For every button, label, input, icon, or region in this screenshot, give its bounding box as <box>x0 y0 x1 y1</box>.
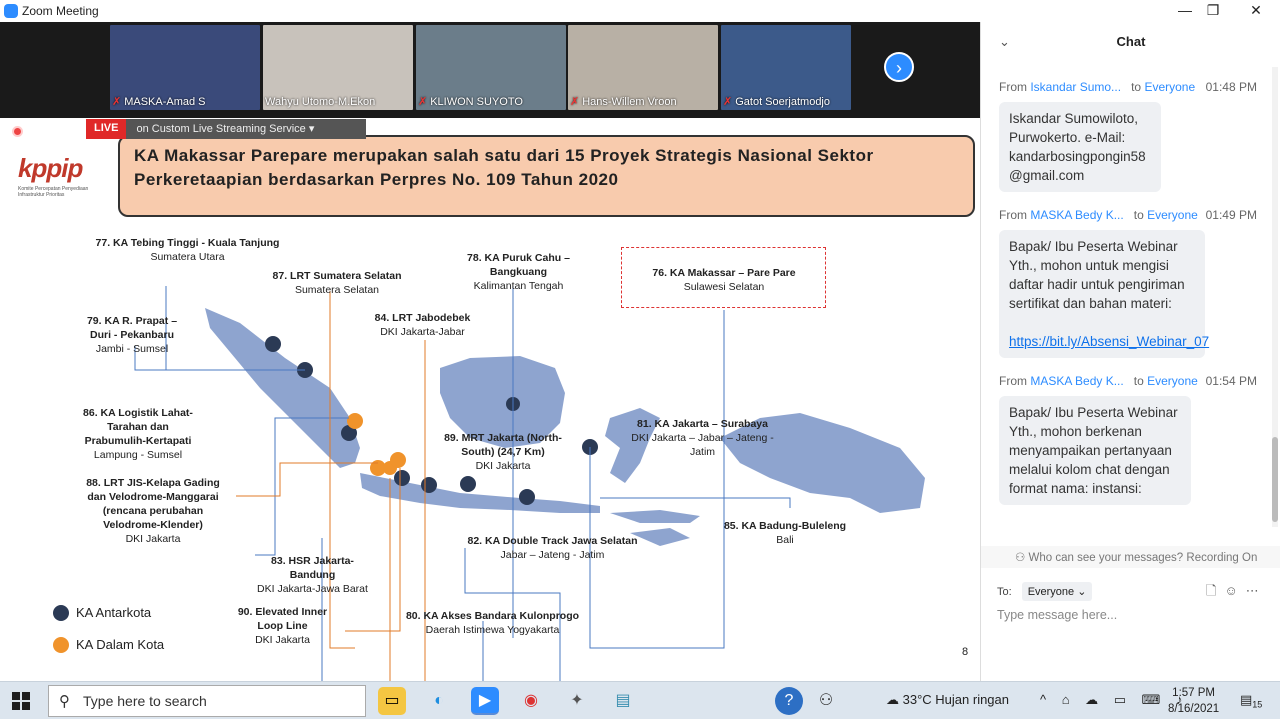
slide-page-number: 8 <box>962 646 969 658</box>
system-tray-icons[interactable]: ^ ⌂ ☁ ▭ ⌨ ♪ <box>1040 692 1189 708</box>
zoom-icon <box>4 4 18 18</box>
message-time: 01:49 PM <box>1205 208 1257 222</box>
chat-input[interactable]: Type message here... <box>997 608 1117 622</box>
sender-name[interactable]: MASKA Bedy K... <box>1030 374 1123 388</box>
project-label: 79. KA R. Prapat – Duri - Pekanbaru Jambi… <box>86 315 178 355</box>
participant-tile[interactable]: ✗ Hans-Willem Vroon <box>568 25 718 110</box>
project-label: 82. KA Double Track Jawa Selatan Jabar – … <box>467 535 638 561</box>
chat-header: ⌄ Chat <box>981 22 1280 62</box>
file-icon[interactable]: 🗋 <box>1206 583 1224 598</box>
chat-message: From MASKA Bedy K... to Everyone 01:54 PM… <box>981 374 1271 515</box>
chevron-down-icon[interactable]: ⌄ <box>999 22 1010 62</box>
live-stream-bar[interactable]: LIVE on Custom Live Streaming Service ▾ <box>86 119 367 139</box>
window-title: Zoom Meeting <box>22 4 99 18</box>
sender-name[interactable]: MASKA Bedy K... <box>1030 208 1123 222</box>
participant-strip: ✗ MASKA-Amad S Wahyu Utomo-M.Ekon ✗ KLIWON… <box>0 22 980 117</box>
project-label: 88. LRT JIS-Kelapa Gading dan Velodrome-… <box>86 477 220 545</box>
file-explorer-icon[interactable]: ▭ <box>378 687 406 715</box>
project-label: 87. LRT Sumatera Selatan Sumatera Selatan <box>272 270 402 296</box>
participant-tile[interactable]: ✗ KLIWON SUYOTO <box>416 25 566 110</box>
title-bar: Zoom Meeting — ❐ ✕ <box>0 0 1280 22</box>
zoom-taskbar-icon[interactable]: ▶ <box>471 687 499 715</box>
notes-icon[interactable]: ▤ <box>609 687 637 715</box>
chrome-icon[interactable]: ◉ <box>517 687 545 715</box>
maximize-button[interactable]: ❐ <box>1192 0 1234 22</box>
message-bubble: Bapak/ Ibu Peserta Webinar Yth., mohon b… <box>999 396 1191 505</box>
person-icon: ⚇ <box>1015 552 1026 564</box>
participant-tile[interactable]: Wahyu Utomo-M.Ekon <box>263 25 413 110</box>
legend-dot-icon <box>53 637 69 653</box>
taskbar-clock[interactable]: 1:57 PM 8/16/2021 <box>1168 685 1219 717</box>
project-label: 78. KA Puruk Cahu – Bangkuang Kalimantan … <box>467 252 570 292</box>
participant-name: Wahyu Utomo-M.Ekon <box>265 96 376 108</box>
message-time: 01:48 PM <box>1205 80 1257 94</box>
taskbar-search-input[interactable]: ⚲ Type here to search <box>48 685 366 717</box>
mic-muted-icon: ✗ <box>570 96 580 108</box>
recipient-dropdown[interactable]: Everyone ⌄ <box>1021 582 1093 601</box>
project-label: 80. KA Akses Bandara Kulonprogo Daerah Is… <box>405 610 580 636</box>
project-label: 85. KA Badung-Buleleng Bali <box>723 520 847 546</box>
chat-message: From MASKA Bedy K... to Everyone 01:49 PM… <box>981 208 1271 368</box>
project-label: 89. MRT Jakarta (North-South) (24,7 Km) D… <box>444 432 562 472</box>
attendance-link[interactable]: https://bit.ly/Absensi_Webinar_07 <box>1009 334 1209 349</box>
indonesia-map <box>134 286 925 681</box>
meeting-area: ✗ MASKA-Amad S Wahyu Utomo-M.Ekon ✗ KLIWON… <box>0 22 980 681</box>
chat-scrollbar[interactable] <box>1272 67 1278 527</box>
mic-muted-icon: ✗ <box>418 96 428 108</box>
recipient-row: To: Everyone ⌄ <box>997 582 1093 601</box>
participant-tile[interactable]: ✗ Gatot Soerjatmodjo <box>721 25 851 110</box>
legend-dot-icon <box>53 605 69 621</box>
participant-name: Hans-Willem Vroon <box>582 96 677 108</box>
message-bubble: Bapak/ Ibu Peserta Webinar Yth., mohon u… <box>999 230 1209 358</box>
chat-title: Chat <box>1116 34 1146 49</box>
emoji-icon[interactable]: ☺ <box>1224 583 1245 598</box>
windows-start-icon[interactable] <box>12 692 30 710</box>
project-label: 86. KA Logistik Lahat-Tarahan dan Prabum… <box>83 407 193 461</box>
recording-icon <box>12 126 23 137</box>
project-label: 81. KA Jakarta – Surabaya DKI Jakarta – J… <box>631 418 774 458</box>
recording-notice[interactable]: ⚇ Who can see your messages? Recording O… <box>981 546 1280 568</box>
app-root: Zoom Meeting — ❐ ✕ ✗ MASKA-Amad S Wahyu U… <box>0 0 1280 719</box>
shared-screen-slide: LIVE on Custom Live Streaming Service ▾ … <box>0 118 980 681</box>
project-label: 84. LRT Jabodebek DKI Jakarta-Jabar <box>374 312 471 338</box>
map-islands <box>205 308 925 546</box>
chat-message: From Iskandar Sumo... to Everyone 01:48 P… <box>981 80 1271 202</box>
chat-messages[interactable]: From Iskandar Sumo... to Everyone 01:48 P… <box>981 74 1271 544</box>
project-label: 76. KA Makassar – Pare Pare Sulawesi Sela… <box>652 267 796 293</box>
notifications-icon[interactable]: ▤15 <box>1240 692 1262 710</box>
participant-name: MASKA-Amad S <box>124 96 206 108</box>
participant-name: Gatot Soerjatmodjo <box>735 96 830 108</box>
mic-muted-icon: ✗ <box>723 96 733 108</box>
close-button[interactable]: ✕ <box>1235 0 1277 22</box>
more-icon[interactable]: ⋯ <box>1246 583 1267 598</box>
cloud-icon: ☁ <box>886 692 899 707</box>
live-service-dropdown[interactable]: on Custom Live Streaming Service ▾ <box>126 119 367 139</box>
project-label: 90. Elevated Inner Loop Line DKI Jakarta <box>237 606 328 646</box>
project-label: 77. KA Tebing Tinggi - Kuala Tanjung Suma… <box>95 237 280 263</box>
participant-tile[interactable]: ✗ MASKA-Amad S <box>110 25 260 110</box>
search-icon: ⚲ <box>59 693 70 710</box>
sender-name[interactable]: Iskandar Sumo... <box>1030 80 1121 94</box>
next-page-arrow-icon[interactable]: › <box>884 52 914 82</box>
chat-panel: ⌄ Chat From Iskandar Sumo... to Everyone… <box>980 22 1280 681</box>
live-badge: LIVE <box>86 119 127 139</box>
project-label: 83. HSR Jakarta-Bandung DKI Jakarta-Jawa … <box>257 555 368 595</box>
chat-tools: 🗋☺⋯ <box>1206 582 1267 604</box>
edge-icon[interactable]: ◐ <box>425 687 453 715</box>
mic-muted-icon: ✗ <box>112 96 122 108</box>
windows-taskbar: ⚲ Type here to search ▭ ◐ ▶ ◉ ✦ ▤ ? ⚇ ☁ 3… <box>0 681 1280 719</box>
message-time: 01:54 PM <box>1205 374 1257 388</box>
message-bubble: Iskandar Sumowiloto, Purwokerto. e-Mail:… <box>999 102 1161 192</box>
people-icon[interactable]: ⚇ <box>812 687 840 715</box>
weather-widget[interactable]: ☁ 33°C Hujan ringan <box>886 692 1009 708</box>
app-icon[interactable]: ✦ <box>563 687 591 715</box>
participant-name: KLIWON SUYOTO <box>430 96 523 108</box>
help-icon[interactable]: ? <box>775 687 803 715</box>
